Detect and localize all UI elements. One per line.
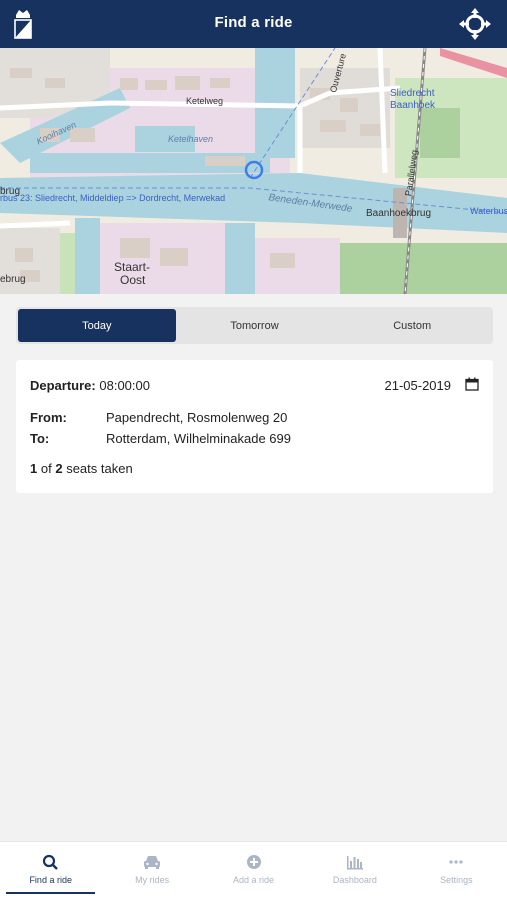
calendar-icon[interactable] xyxy=(465,377,479,391)
map-label: Baanhoek xyxy=(390,100,436,111)
bottom-tab-bar: Find a ride My rides Add a ride Dashboar… xyxy=(0,841,507,900)
tabbar-settings[interactable]: Settings xyxy=(406,842,507,900)
ride-card[interactable]: Departure: 08:00:00 21-05-2019 From: Pap… xyxy=(16,360,493,493)
map-label: Waterbus xyxy=(470,206,507,216)
map-label: Oost xyxy=(120,273,146,287)
ride-date: 21-05-2019 xyxy=(384,378,452,393)
map-label: Ketelweg xyxy=(186,96,224,106)
map-label: rbus 23: Sliedrecht, Middeldiep => Dordr… xyxy=(0,193,226,203)
page-title: Find a ride xyxy=(214,14,293,31)
to-label: To: xyxy=(30,431,50,446)
tabbar-find-a-ride[interactable]: Find a ride xyxy=(0,842,101,900)
map-label: Ketelhaven xyxy=(168,134,214,144)
app-header: Find a ride xyxy=(0,0,507,48)
day-selector: Today Tomorrow Custom xyxy=(16,307,493,344)
departure-label: Departure: xyxy=(30,378,96,393)
map-label: Baanhoekbrug xyxy=(366,208,432,219)
map-label: Sliedrecht xyxy=(390,88,435,99)
map-canvas[interactable] xyxy=(0,48,507,294)
map-view[interactable]: Ketelweg Ketelhaven Kooihaven Ouverture … xyxy=(0,48,507,294)
tabbar-my-rides[interactable]: My rides xyxy=(101,842,202,900)
more-dots-icon xyxy=(449,860,463,864)
car-icon xyxy=(144,856,161,869)
seats-total-count: 2 xyxy=(55,461,63,476)
to-value: Rotterdam, Wilhelminakade 699 xyxy=(106,431,291,446)
seats-suffix: seats taken xyxy=(66,461,133,476)
map-label: brug xyxy=(0,186,21,197)
map-label: ebrug xyxy=(0,274,26,285)
bar-chart-icon xyxy=(346,856,363,870)
map-label: Staart- xyxy=(114,260,151,274)
tabbar-dashboard[interactable]: Dashboard xyxy=(304,842,405,900)
tab-tomorrow[interactable]: Tomorrow xyxy=(176,309,334,342)
departure-time: 08:00:00 xyxy=(99,378,150,393)
tabbar-add-a-ride[interactable]: Add a ride xyxy=(203,842,304,900)
seats-info: 1 of 2 seats taken xyxy=(30,461,133,476)
tab-label: Dashboard xyxy=(332,875,377,885)
locate-icon[interactable] xyxy=(459,8,491,40)
seats-taken-count: 1 xyxy=(30,461,38,476)
from-label: From: xyxy=(30,410,67,425)
tab-today[interactable]: Today xyxy=(18,309,176,342)
plus-circle-icon xyxy=(246,855,261,869)
tab-label: My rides xyxy=(135,875,170,885)
seats-of: of xyxy=(40,461,52,476)
search-icon xyxy=(42,854,58,870)
tab-custom[interactable]: Custom xyxy=(333,309,491,342)
tab-label: Settings xyxy=(440,875,473,885)
tab-label: Add a ride xyxy=(233,875,275,885)
from-value: Papendrecht, Rosmolenweg 20 xyxy=(106,410,288,425)
tab-label: Find a ride xyxy=(29,875,72,885)
